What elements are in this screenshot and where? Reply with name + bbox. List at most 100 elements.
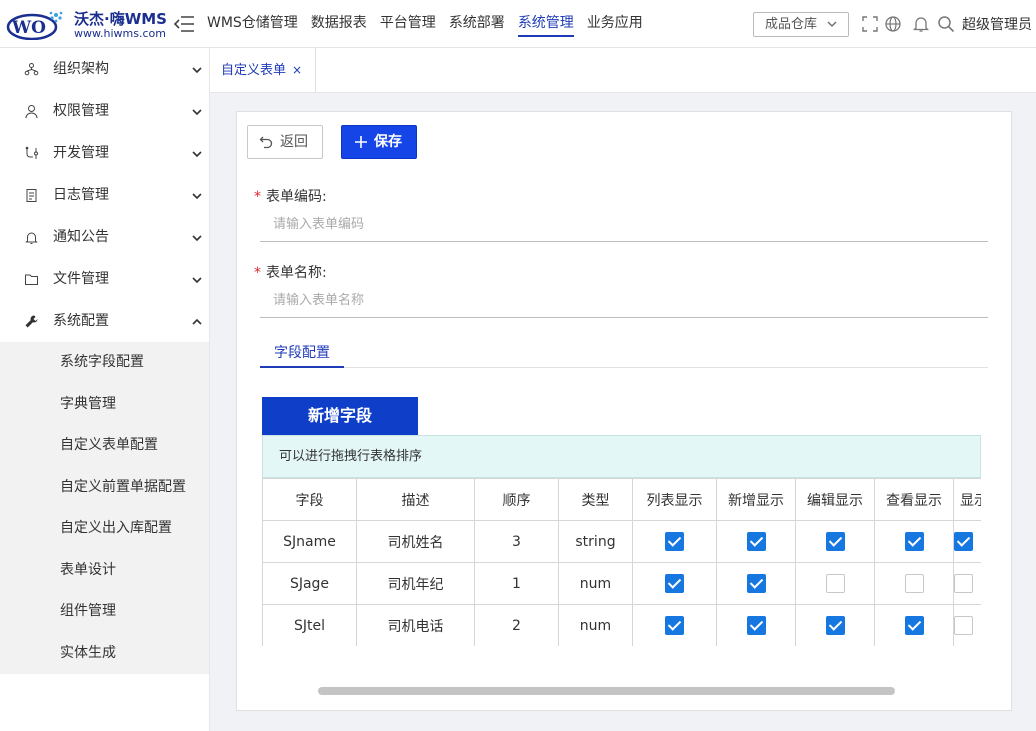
folder-icon (25, 274, 38, 285)
sidebar-item-config[interactable]: 系统配置 (0, 300, 209, 342)
logo-url: www.hiwms.com (74, 27, 166, 40)
form-name-input[interactable] (260, 284, 988, 318)
checkbox-checked[interactable] (954, 532, 973, 551)
chevron-down-icon (192, 193, 202, 200)
warehouse-select[interactable]: 成品仓库 (753, 12, 849, 37)
submenu-config: 系统字段配置 字典管理 自定义表单配置 自定义前置单据配置 自定义出入库配置 表… (0, 342, 209, 674)
table-cell-order: 1 (474, 562, 559, 605)
table-cell-checkbox (716, 562, 796, 605)
sidebar-subitem-pre-document[interactable]: 自定义前置单据配置 (0, 467, 209, 509)
dev-icon (25, 146, 38, 159)
table-cell-checkbox (953, 520, 981, 563)
sidebar-subitem-dictionary[interactable]: 字典管理 (0, 384, 209, 426)
table-row[interactable]: SJtel 司机电话 2 num (262, 604, 981, 646)
checkbox-checked[interactable] (746, 616, 766, 635)
table-cell-checkbox (795, 562, 875, 605)
undo-icon (259, 136, 273, 149)
sub-tabs: 字段配置 (260, 338, 988, 368)
chevron-down-icon (192, 109, 202, 116)
tab-field-config[interactable]: 字段配置 (260, 338, 344, 368)
table-cell-checkbox (795, 604, 875, 646)
sidebar-subitem-inout[interactable]: 自定义出入库配置 (0, 508, 209, 550)
checkbox-checked[interactable] (665, 574, 684, 593)
sidebar-item-log[interactable]: 日志管理 (0, 174, 209, 216)
sidebar-subitem-component[interactable]: 组件管理 (0, 591, 209, 633)
sidebar-subitem-custom-form[interactable]: 自定义表单配置 (0, 425, 209, 467)
checkbox-checked[interactable] (665, 532, 684, 551)
table-cell-order: 3 (474, 520, 559, 563)
sidebar: 组织架构 权限管理 开发管理 日志管理 通知公告 文件管理 系统配置 系统字段配… (0, 48, 210, 731)
sidebar-item-label: 开发管理 (53, 145, 109, 161)
column-header: 描述 (356, 478, 475, 521)
sidebar-item-permission[interactable]: 权限管理 (0, 90, 209, 132)
warehouse-value: 成品仓库 (765, 17, 818, 32)
tab-custom-form[interactable]: 自定义表单 × (210, 48, 316, 93)
checkbox-checked[interactable] (665, 616, 684, 635)
chevron-down-icon (192, 67, 202, 74)
globe-icon[interactable] (884, 15, 902, 33)
logo[interactable]: WO 沃杰·嗨WMS www.hiwms.com (6, 6, 167, 42)
checkbox-checked[interactable] (904, 532, 924, 551)
bell-icon (25, 232, 38, 244)
table-cell-desc: 司机电话 (356, 604, 475, 646)
table-cell-checkbox (632, 520, 717, 563)
form-code-input[interactable] (260, 208, 988, 242)
sidebar-item-org[interactable]: 组织架构 (0, 48, 209, 90)
chevron-down-icon (192, 235, 202, 242)
sidebar-item-label: 通知公告 (53, 229, 109, 245)
fullscreen-icon[interactable] (861, 15, 879, 33)
nav-deploy[interactable]: 系统部署 (449, 0, 505, 48)
checkbox-unchecked[interactable] (825, 574, 845, 593)
checkbox-checked[interactable] (746, 574, 766, 593)
sidebar-item-file[interactable]: 文件管理 (0, 258, 209, 300)
sidebar-item-notice[interactable]: 通知公告 (0, 216, 209, 258)
sidebar-item-label: 组织架构 (53, 61, 109, 77)
nav-platform[interactable]: 平台管理 (380, 0, 436, 48)
table-cell-type: string (558, 520, 633, 563)
checkbox-checked[interactable] (904, 616, 924, 635)
save-button[interactable]: 保存 (341, 125, 417, 159)
nav-reports[interactable]: 数据报表 (311, 0, 367, 48)
back-button[interactable]: 返回 (247, 125, 323, 159)
checkbox-unchecked[interactable] (954, 616, 973, 635)
table-row[interactable]: SJage 司机年纪 1 num (262, 562, 981, 605)
table-cell-checkbox (953, 562, 981, 605)
drag-sort-hint: 可以进行拖拽行表格排序 (262, 435, 981, 478)
horizontal-scrollbar[interactable] (318, 687, 895, 695)
form-code-label: * 表单编码: (254, 189, 327, 205)
menu-collapse-icon[interactable] (173, 14, 195, 34)
log-icon (26, 189, 37, 202)
checkbox-unchecked[interactable] (954, 574, 973, 593)
wrench-icon (25, 315, 38, 328)
table-row[interactable]: SJname 司机姓名 3 string (262, 520, 981, 563)
sidebar-item-dev[interactable]: 开发管理 (0, 132, 209, 174)
table-cell-checkbox (874, 562, 954, 605)
field-table: 字段 描述 顺序 类型 列表显示 新增显示 编辑显示 查看显示 显示 SJnam… (262, 478, 981, 646)
field-table-wrap: 字段 描述 顺序 类型 列表显示 新增显示 编辑显示 查看显示 显示 SJnam… (262, 478, 981, 646)
search-icon[interactable] (937, 15, 955, 33)
add-field-button[interactable]: 新增字段 (262, 397, 418, 435)
column-header: 字段 (262, 478, 357, 521)
column-header: 显示 (953, 478, 981, 521)
nav-system[interactable]: 系统管理 (517, 0, 574, 48)
tab-label: 自定义表单 (221, 63, 287, 78)
nav-wms[interactable]: WMS仓储管理 (207, 0, 298, 48)
sidebar-subitem-system-field[interactable]: 系统字段配置 (0, 342, 209, 384)
checkbox-checked[interactable] (746, 532, 766, 551)
sidebar-subitem-entity[interactable]: 实体生成 (0, 633, 209, 675)
table-cell-checkbox (716, 604, 796, 646)
sidebar-item-label: 系统配置 (53, 313, 109, 329)
checkbox-checked[interactable] (825, 532, 845, 551)
chevron-down-icon (192, 277, 202, 284)
close-icon[interactable]: × (292, 63, 302, 77)
nav-business[interactable]: 业务应用 (587, 0, 643, 48)
sidebar-subitem-form-design[interactable]: 表单设计 (0, 550, 209, 592)
table-cell-type: num (558, 562, 633, 605)
checkbox-checked[interactable] (825, 616, 845, 635)
table-cell-desc: 司机姓名 (356, 520, 475, 563)
table-cell-checkbox (632, 562, 717, 605)
bell-icon[interactable] (912, 15, 930, 33)
user-name[interactable]: 超级管理员 (962, 14, 1032, 34)
save-label: 保存 (374, 134, 402, 150)
checkbox-unchecked[interactable] (904, 574, 924, 593)
